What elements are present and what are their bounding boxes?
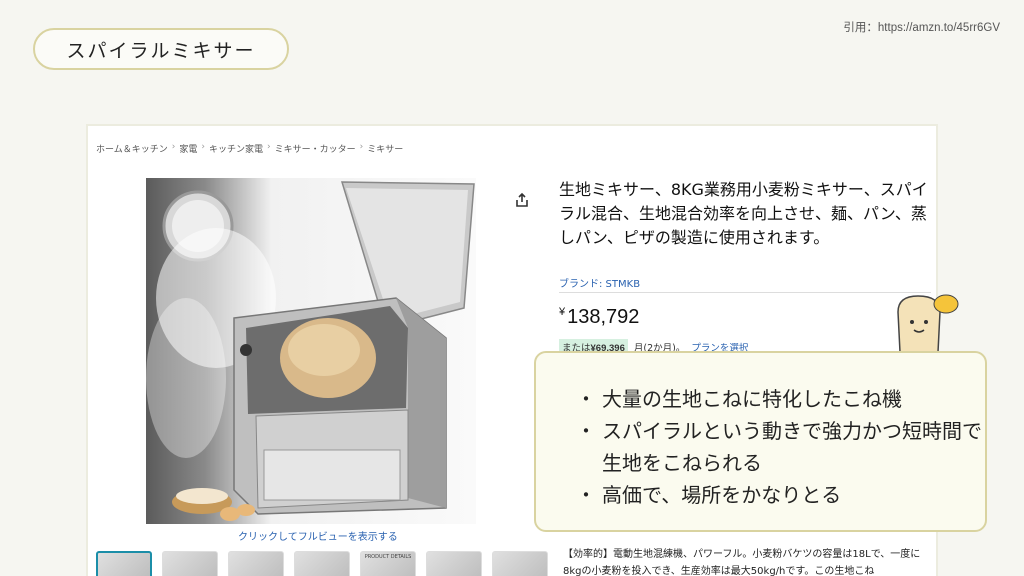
breadcrumb-item[interactable]: 家電 [179, 142, 197, 155]
product-description: 【効率的】電動生地混練機、パワーフル。小麦粉バケツの容量は18Lで、一度に8kg… [563, 549, 921, 576]
feature-item: 大量の生地こねに特化したこね機 [576, 383, 985, 415]
thumbnail[interactable] [228, 551, 284, 576]
feature-item: 高価で、場所をかなりとる [576, 479, 985, 511]
thumbnail[interactable] [426, 551, 482, 576]
product-title: 生地ミキサー、8KG業務用小麦粉ミキサー、スパイラル混合、生地混合効率を向上させ… [559, 180, 928, 247]
breadcrumb-item[interactable]: ホーム＆キッチン [96, 142, 168, 155]
thumbnail[interactable] [162, 551, 218, 576]
feature-list: 大量の生地こねに特化したこね機 スパイラルという動きで強力かつ短時間で生地をこね… [576, 383, 985, 511]
source-citation: 引用：https://amzn.to/45rr6GV [843, 22, 1000, 34]
breadcrumb-separator: › [171, 142, 176, 152]
thumbnail[interactable] [294, 551, 350, 576]
breadcrumb: ホーム＆キッチン › 家電 › キッチン家電 › ミキサー・カッター › ミキサ… [96, 142, 403, 155]
product-image[interactable] [146, 178, 476, 524]
thumbnail-strip: PRODUCT DETAILS [96, 551, 548, 576]
share-icon[interactable] [514, 192, 530, 208]
brand-link[interactable]: ブランド: STMKB [559, 275, 640, 290]
divider [559, 292, 931, 293]
dough-mixer-illustration [146, 181, 475, 521]
bread-mascot-icon [888, 292, 964, 356]
breadcrumb-item[interactable]: ミキサー・カッター [275, 142, 356, 155]
breadcrumb-separator: › [266, 142, 271, 152]
feature-callout: 大量の生地こねに特化したこね機 スパイラルという動きで強力かつ短時間で生地をこね… [534, 351, 987, 532]
breadcrumb-item[interactable]: キッチン家電 [209, 142, 263, 155]
full-view-link[interactable]: クリックしてフルビューを表示する [238, 528, 398, 543]
slide-title: スパイラルミキサー [33, 28, 289, 70]
breadcrumb-separator: › [201, 142, 205, 152]
breadcrumb-separator: › [359, 142, 364, 152]
breadcrumb-item[interactable]: ミキサー [367, 142, 403, 155]
price: ¥138,792 [559, 306, 639, 329]
thumbnail[interactable] [492, 551, 548, 576]
thumbnail[interactable] [96, 551, 152, 576]
thumbnail[interactable]: PRODUCT DETAILS [360, 551, 416, 576]
feature-item: スパイラルという動きで強力かつ短時間で生地をこねられる [576, 415, 985, 479]
price-value: 138,792 [567, 306, 640, 328]
price-currency: ¥ [559, 306, 566, 318]
